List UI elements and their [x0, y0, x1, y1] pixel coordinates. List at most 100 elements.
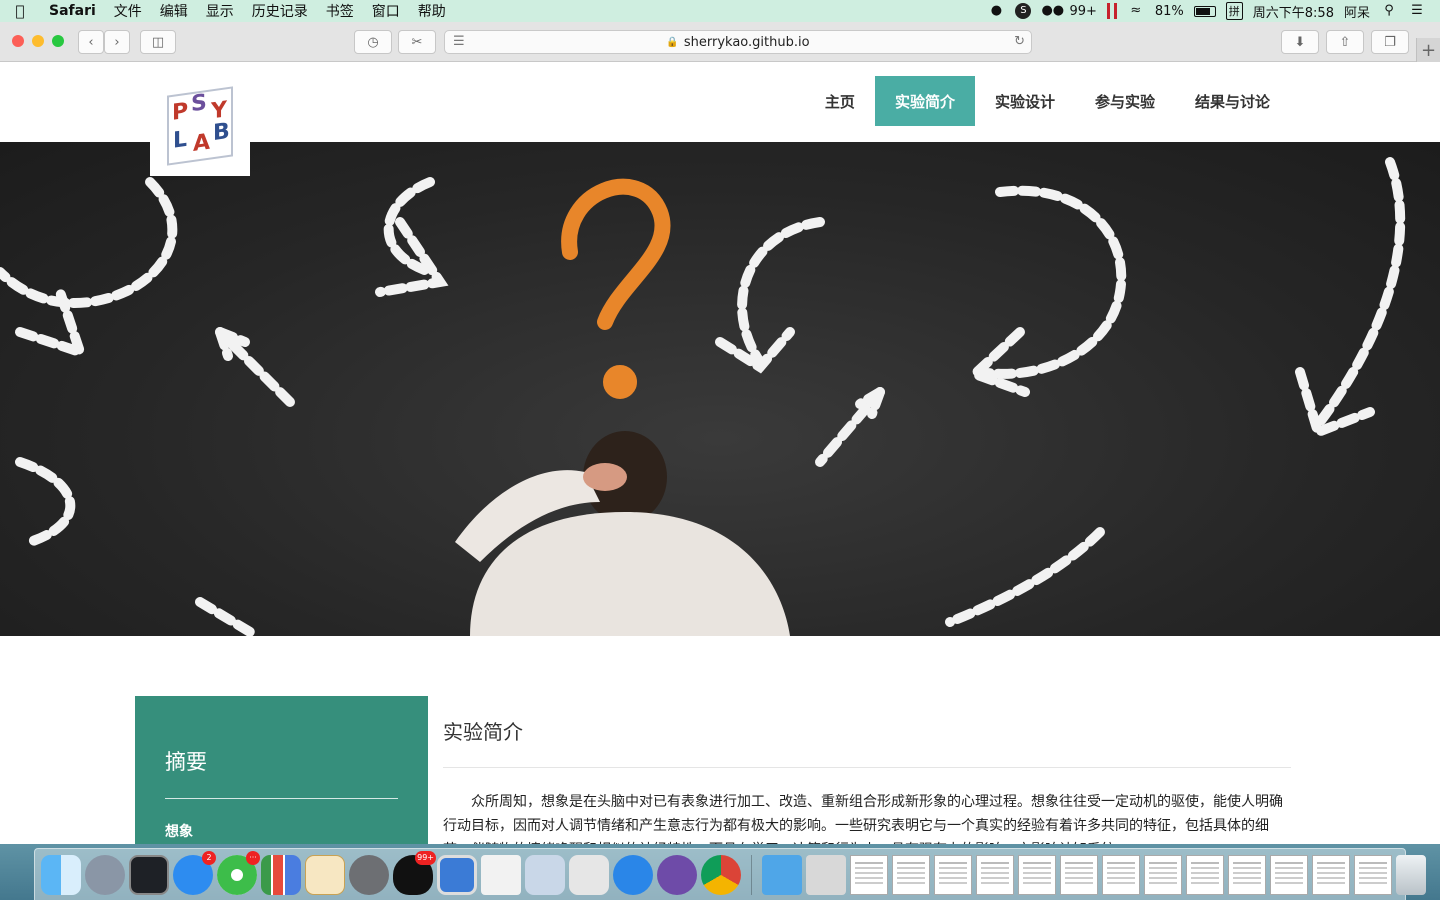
document-thumbnail-icon[interactable]: [1186, 854, 1224, 895]
nav-design[interactable]: 实验设计: [975, 76, 1075, 126]
app-store-icon[interactable]: 2: [173, 850, 216, 895]
downloads-button[interactable]: ⬇: [1281, 30, 1319, 54]
psylab-logo-icon: P S Y L A B: [167, 86, 233, 166]
document-thumbnail-icon[interactable]: [976, 854, 1014, 895]
reader-icon[interactable]: ☰: [453, 34, 465, 49]
web-page: P S Y L A B 主页 实验简介 实验设计 参与实验 结果与讨论 摘要 想…: [0, 62, 1440, 844]
notification-center-icon[interactable]: ☰: [1408, 3, 1426, 19]
fullscreen-window-button[interactable]: [52, 35, 64, 47]
menu-view[interactable]: 显示: [197, 1, 243, 21]
summary-sidebar: 摘要 想象: [135, 696, 428, 844]
nav-participate[interactable]: 参与实验: [1075, 76, 1175, 126]
system-preferences-icon[interactable]: [349, 854, 389, 895]
qq-icon[interactable]: 99+: [393, 850, 436, 895]
tabs-overview-button[interactable]: ❐: [1371, 30, 1409, 54]
site-header: P S Y L A B 主页 实验简介 实验设计 参与实验 结果与讨论: [0, 62, 1440, 176]
battery-percent: 81%: [1154, 3, 1184, 19]
desktop-background: 2 ··· 99+: [0, 844, 1440, 900]
document-thumbnail-icon[interactable]: [1060, 854, 1098, 895]
spotlight-search-icon[interactable]: ⚲: [1380, 3, 1398, 19]
activity-monitor-icon[interactable]: [129, 854, 169, 895]
input-method-icon[interactable]: 拼: [1225, 2, 1243, 20]
user-name[interactable]: 阿呆: [1344, 2, 1370, 21]
menu-help[interactable]: 帮助: [409, 1, 455, 21]
keynote-icon[interactable]: [481, 854, 521, 895]
logo-letter: L: [173, 126, 188, 154]
sidebar-link-imagination[interactable]: 想象: [165, 824, 193, 840]
document-thumbnail-icon[interactable]: [892, 854, 930, 895]
document-thumbnail-icon[interactable]: [934, 854, 972, 895]
tabs-icon: ❐: [1384, 34, 1396, 50]
document-thumbnail-icon[interactable]: [1144, 854, 1182, 895]
nav-results[interactable]: 结果与讨论: [1175, 76, 1290, 126]
pages-icon[interactable]: [305, 854, 345, 895]
minimize-window-button[interactable]: [32, 35, 44, 47]
wechat-badge: 99+: [1069, 3, 1097, 19]
trash-icon[interactable]: [1396, 854, 1426, 895]
applications-folder-icon[interactable]: [762, 854, 802, 895]
document-thumbnail-icon[interactable]: [850, 854, 888, 895]
hero-banner-image: [0, 142, 1440, 636]
menu-bar:  Safari 文件 编辑 显示 历史记录 书签 窗口 帮助 ● S ●● 9…: [0, 0, 1440, 22]
history-button[interactable]: ◷: [354, 30, 392, 54]
menu-history[interactable]: 历史记录: [243, 1, 317, 21]
wifi-icon[interactable]: ≈: [1127, 3, 1145, 19]
preview-icon[interactable]: [525, 854, 565, 895]
nav-home[interactable]: 主页: [805, 76, 875, 126]
finder-icon[interactable]: [41, 854, 81, 895]
menu-app-name[interactable]: Safari: [40, 3, 105, 19]
document-thumbnail-icon[interactable]: [1270, 854, 1308, 895]
parallels-desktop-icon[interactable]: [437, 854, 477, 895]
apple-icon[interactable]: : [0, 2, 40, 20]
skype-icon[interactable]: S: [1015, 3, 1032, 19]
document-thumbnail-icon[interactable]: [1102, 854, 1140, 895]
share-button[interactable]: ⇧: [1326, 30, 1364, 54]
document-thumbnail-icon[interactable]: [1354, 854, 1392, 895]
forward-button[interactable]: ›: [104, 30, 130, 54]
chrome-icon[interactable]: [701, 854, 741, 895]
back-button[interactable]: ‹: [78, 30, 104, 54]
wechat-icon[interactable]: ···: [217, 850, 260, 895]
reload-icon[interactable]: ↻: [1014, 34, 1025, 49]
close-window-button[interactable]: [12, 35, 24, 47]
downloads-stack-icon[interactable]: [806, 854, 846, 895]
logo-letter: B: [213, 118, 230, 147]
wechat-icon[interactable]: ●●: [1041, 3, 1064, 19]
chevron-right-icon: ›: [114, 34, 120, 50]
github-desktop-icon[interactable]: [657, 854, 697, 895]
launchpad-icon[interactable]: [85, 854, 125, 895]
download-icon: ⬇: [1294, 34, 1306, 50]
share-icon: ⇧: [1339, 34, 1351, 50]
lock-icon: 🔒: [666, 36, 679, 48]
parallels-icon[interactable]: [1106, 3, 1117, 19]
battery-icon[interactable]: [1193, 5, 1216, 17]
url-text: sherrykao.github.io: [683, 34, 810, 50]
logo-letter: S: [191, 90, 207, 118]
site-nav: 主页 实验简介 实验设计 参与实验 结果与讨论: [805, 76, 1290, 126]
new-tab-button[interactable]: +: [1416, 38, 1440, 62]
menu-bookmarks[interactable]: 书签: [317, 1, 363, 21]
document-thumbnail-icon[interactable]: [1228, 854, 1266, 895]
document-thumbnail-icon[interactable]: [1018, 854, 1056, 895]
safari-icon[interactable]: [613, 854, 653, 895]
numbers-icon[interactable]: [261, 854, 301, 895]
dock-separator: [751, 854, 752, 895]
article-paragraph: 众所周知，想象是在头脑中对已有表象进行加工、改造、重新组合形成新形象的心理过程。…: [443, 794, 1283, 844]
qq-penguin-icon[interactable]: ●: [987, 3, 1005, 19]
site-logo[interactable]: P S Y L A B: [150, 76, 250, 176]
extension-button[interactable]: ✂: [398, 30, 436, 54]
main-article: 实验简介 众所周知，想象是在头脑中对已有表象进行加工、改造、重新组合形成新形象的…: [443, 716, 1291, 844]
chevron-left-icon: ‹: [88, 34, 94, 50]
extension-icon: ✂: [411, 34, 423, 50]
qq-badge: 99+: [415, 850, 436, 865]
window-thumbnail-icon[interactable]: [569, 854, 609, 895]
menu-edit[interactable]: 编辑: [151, 1, 197, 21]
document-thumbnail-icon[interactable]: [1312, 854, 1350, 895]
sidebar-toggle-button[interactable]: ◫: [140, 30, 176, 54]
address-bar[interactable]: ☰ 🔒 sherrykao.github.io ↻: [444, 30, 1032, 54]
nav-intro[interactable]: 实验简介: [874, 76, 975, 126]
clock[interactable]: 周六下午8:58: [1253, 2, 1334, 21]
menu-window[interactable]: 窗口: [363, 1, 409, 21]
menu-file[interactable]: 文件: [105, 1, 151, 21]
status-area: ● S ●● 99+ ≈ 81% 拼 周六下午8:58 阿呆 ⚲ ☰: [987, 2, 1440, 21]
